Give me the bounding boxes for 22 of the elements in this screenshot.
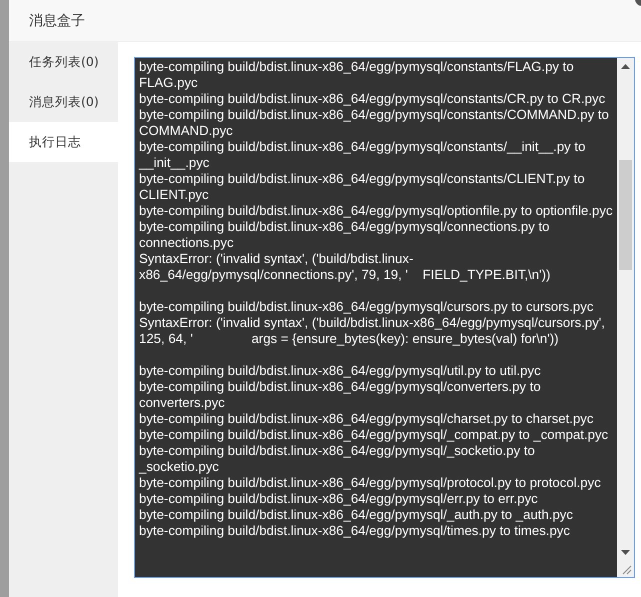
scrollbar[interactable] [617, 58, 634, 577]
log-line: byte-compiling build/bdist.linux-x86_64/egg/pymysql/_auth.py to _auth.pyc [139, 507, 574, 523]
scroll-up-icon[interactable] [621, 64, 630, 69]
sidebar-tab[interactable]: 执行日志 [9, 122, 118, 162]
log-line: byte-compiling build/bdist.linux-x86_64/egg/pymysql/connections.py to connections.pyc [139, 219, 551, 251]
log-line: SyntaxError: ('invalid syntax', ('build/bdist.linux-x86_64/egg/pymysql/cursors.py', 125, 64, ' args = {ensure_bytes(key): ensure_bytes(val) for\n')) [139, 315, 606, 347]
log-line: SyntaxError: ('invalid syntax', ('build/bdist.linux-x86_64/egg/pymysql/connections.py', 79, 19, ' FIELD_TYPE.BIT,\n')) [139, 251, 552, 283]
log-line: byte-compiling build/bdist.linux-x86_64/egg/pymysql/constants/CR.py to CR.pyc [139, 91, 606, 107]
log-line: byte-compiling build/bdist.linux-x86_64/egg/pymysql/times.py to times.pyc [139, 523, 571, 539]
scrollbar-thumb[interactable] [619, 160, 632, 270]
log-line: byte-compiling build/bdist.linux-x86_64/egg/pymysql/err.py to err.pyc [139, 491, 539, 507]
log-textarea[interactable] [134, 57, 635, 578]
log-line: byte-compiling build/bdist.linux-x86_64/egg/pymysql/charset.py to charset.pyc [139, 411, 594, 427]
log-line: byte-compiling build/bdist.linux-x86_64/egg/pymysql/util.py to util.pyc [139, 363, 542, 379]
log-line: byte-compiling build/bdist.linux-x86_64/egg/pymysql/cursors.py to cursors.pyc [139, 299, 594, 315]
scroll-down-icon[interactable] [621, 550, 630, 555]
log-line: byte-compiling build/bdist.linux-x86_64/egg/pymysql/protocol.py to protocol.pyc [139, 475, 602, 491]
sidebar-tab[interactable]: 消息列表(0) [9, 82, 118, 122]
sidebar-tab[interactable]: 任务列表(0) [9, 42, 118, 82]
log-line: byte-compiling build/bdist.linux-x86_64/egg/pymysql/optionfile.py to optionfile.pyc [139, 203, 613, 219]
dialog-title: 消息盒子 [29, 12, 85, 30]
log-line: byte-compiling build/bdist.linux-x86_64/egg/pymysql/_compat.py to _compat.pyc [139, 427, 610, 443]
